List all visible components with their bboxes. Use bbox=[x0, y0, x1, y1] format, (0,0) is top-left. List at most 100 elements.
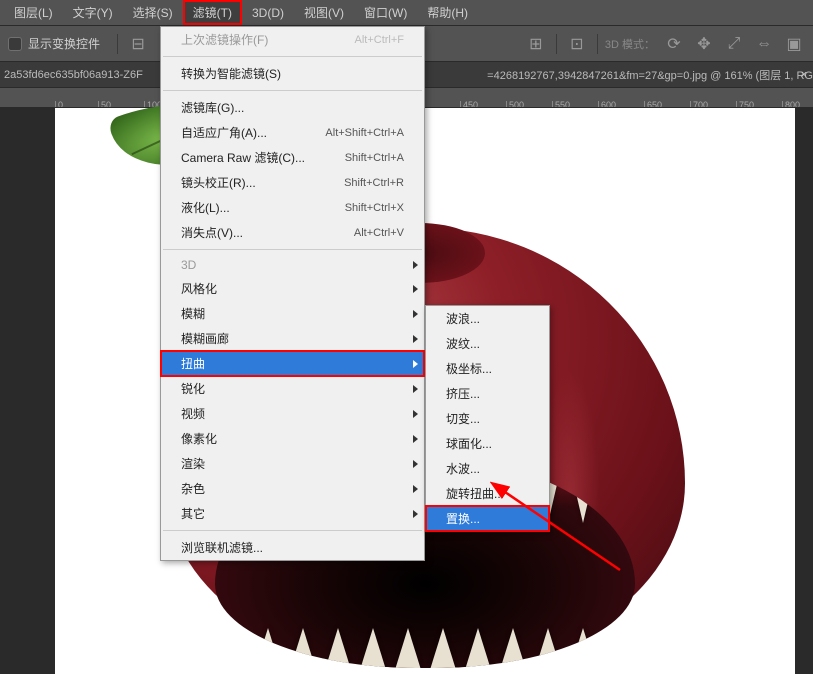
tab-title-left[interactable]: 2a53fd6ec635bf06a913-Z6F bbox=[4, 69, 143, 81]
menu-shortcut: Shift+Ctrl+X bbox=[345, 202, 404, 214]
menu-item-label: 液化(L)... bbox=[181, 199, 230, 216]
submenu-item-label: 极坐标... bbox=[446, 360, 492, 377]
mode3d-label: 3D 模式： bbox=[605, 36, 655, 52]
menu-shortcut: Alt+Shift+Ctrl+A bbox=[325, 127, 404, 139]
menu-item-label: 杂色 bbox=[181, 480, 205, 497]
submenu-item[interactable]: 旋转扭曲... bbox=[426, 481, 549, 506]
close-icon[interactable]: × bbox=[801, 69, 807, 81]
menu-item[interactable]: 浏览联机滤镜... bbox=[161, 535, 424, 560]
submenu-arrow-icon bbox=[413, 335, 418, 343]
submenu-item-label: 置换... bbox=[446, 510, 480, 527]
menu-filter[interactable]: 滤镜(T) bbox=[183, 0, 242, 25]
toolbar-right-group: ⊞ ⊡ 3D 模式： ⟳ ✥ ⤢ ⇔ ▣ bbox=[523, 31, 807, 57]
menu-item[interactable]: 液化(L)... Shift+Ctrl+X bbox=[161, 195, 424, 220]
menu-item[interactable]: 锐化 bbox=[161, 376, 424, 401]
submenu-item-label: 旋转扭曲... bbox=[446, 485, 504, 502]
menu-item[interactable]: 扭曲 bbox=[161, 351, 424, 376]
submenu-item-label: 波纹... bbox=[446, 335, 480, 352]
menu-view[interactable]: 视图(V) bbox=[294, 0, 354, 25]
menu-item[interactable]: Camera Raw 滤镜(C)... Shift+Ctrl+A bbox=[161, 145, 424, 170]
menu-item-label: 模糊 bbox=[181, 305, 205, 322]
menu-item[interactable]: 自适应广角(A)...Alt+Shift+Ctrl+A bbox=[161, 120, 424, 145]
menu-select[interactable]: 选择(S) bbox=[123, 0, 183, 25]
menu-item[interactable]: 模糊 bbox=[161, 301, 424, 326]
menu-item-label: 渲染 bbox=[181, 455, 205, 472]
teeth-bottom bbox=[215, 628, 635, 668]
ruler-tick: 0 bbox=[55, 101, 63, 107]
pan-icon[interactable]: ✥ bbox=[691, 31, 717, 57]
menu-item[interactable]: 视频 bbox=[161, 401, 424, 426]
menu-item: 3D bbox=[161, 254, 424, 276]
submenu-arrow-icon bbox=[413, 360, 418, 368]
menu-shortcut: Shift+Ctrl+A bbox=[345, 152, 404, 164]
submenu-item[interactable]: 挤压... bbox=[426, 381, 549, 406]
menu-item-label: 滤镜库(G)... bbox=[181, 99, 244, 116]
tab-title-right[interactable]: =4268192767,3942847261&fm=27&gp=0.jpg @ … bbox=[487, 67, 813, 83]
menu-separator bbox=[163, 530, 422, 531]
submenu-arrow-icon bbox=[413, 460, 418, 468]
menubar: 图层(L) 文字(Y) 选择(S) 滤镜(T) 3D(D) 视图(V) 窗口(W… bbox=[0, 0, 813, 26]
menu-item-label: 转换为智能滤镜(S) bbox=[181, 65, 281, 82]
menu-shortcut: Alt+Ctrl+F bbox=[354, 34, 404, 46]
menu-item-label: 视频 bbox=[181, 405, 205, 422]
submenu-item[interactable]: 波浪... bbox=[426, 306, 549, 331]
menu-item[interactable]: 像素化 bbox=[161, 426, 424, 451]
menu-3d[interactable]: 3D(D) bbox=[242, 2, 294, 24]
divider bbox=[556, 34, 557, 54]
menu-item-label: 风格化 bbox=[181, 280, 217, 297]
orbit-icon[interactable]: ⟳ bbox=[661, 31, 687, 57]
menu-item[interactable]: 渲染 bbox=[161, 451, 424, 476]
camera-icon[interactable]: ▣ bbox=[781, 31, 807, 57]
menu-item: 上次滤镜操作(F)Alt+Ctrl+F bbox=[161, 27, 424, 52]
submenu-item[interactable]: 置换... bbox=[426, 506, 549, 531]
slide-icon[interactable]: ⇔ bbox=[751, 31, 777, 57]
ruler-tick: 700 bbox=[690, 101, 708, 107]
menu-item[interactable]: 消失点(V)...Alt+Ctrl+V bbox=[161, 220, 424, 245]
ruler-tick: 550 bbox=[552, 101, 570, 107]
align3-icon[interactable]: ⊡ bbox=[564, 31, 590, 57]
submenu-arrow-icon bbox=[413, 385, 418, 393]
submenu-item-label: 切变... bbox=[446, 410, 480, 427]
submenu-item-label: 水波... bbox=[446, 460, 480, 477]
submenu-item[interactable]: 水波... bbox=[426, 456, 549, 481]
submenu-item-label: 挤压... bbox=[446, 385, 480, 402]
submenu-arrow-icon bbox=[413, 485, 418, 493]
submenu-item[interactable]: 极坐标... bbox=[426, 356, 549, 381]
align2-icon[interactable]: ⊞ bbox=[523, 31, 549, 57]
align-icon[interactable]: ⊟ bbox=[125, 31, 151, 57]
menu-item[interactable]: 转换为智能滤镜(S) bbox=[161, 61, 424, 86]
menu-item[interactable]: 杂色 bbox=[161, 476, 424, 501]
menu-text[interactable]: 文字(Y) bbox=[63, 0, 123, 25]
ruler-tick: 750 bbox=[736, 101, 754, 107]
ruler-tick: 600 bbox=[598, 101, 616, 107]
menu-item[interactable]: 镜头校正(R)...Shift+Ctrl+R bbox=[161, 170, 424, 195]
menu-help[interactable]: 帮助(H) bbox=[417, 0, 478, 25]
dolly-icon[interactable]: ⤢ bbox=[721, 31, 747, 57]
submenu-item[interactable]: 球面化... bbox=[426, 431, 549, 456]
menu-window[interactable]: 窗口(W) bbox=[354, 0, 417, 25]
menu-item-label: 扭曲 bbox=[181, 355, 205, 372]
submenu-arrow-icon bbox=[413, 285, 418, 293]
menu-item-label: 3D bbox=[181, 258, 196, 272]
submenu-item-label: 球面化... bbox=[446, 435, 492, 452]
submenu-arrow-icon bbox=[413, 435, 418, 443]
submenu-item[interactable]: 切变... bbox=[426, 406, 549, 431]
submenu-item[interactable]: 波纹... bbox=[426, 331, 549, 356]
menu-item-label: 浏览联机滤镜... bbox=[181, 539, 263, 556]
menu-layer[interactable]: 图层(L) bbox=[4, 0, 63, 25]
submenu-arrow-icon bbox=[413, 261, 418, 269]
menu-item[interactable]: 其它 bbox=[161, 501, 424, 526]
menu-item-label: Camera Raw 滤镜(C)... bbox=[181, 149, 305, 166]
filter-dropdown[interactable]: 上次滤镜操作(F)Alt+Ctrl+F 转换为智能滤镜(S) 滤镜库(G)... 自适… bbox=[160, 26, 425, 561]
menu-item[interactable]: 风格化 bbox=[161, 276, 424, 301]
ruler-tick: 450 bbox=[460, 101, 478, 107]
checkbox-label: 显示变换控件 bbox=[28, 35, 100, 52]
show-transform-controls[interactable]: 显示变换控件 bbox=[8, 35, 100, 52]
ruler-tick: 50 bbox=[98, 101, 111, 107]
menu-item-label: 消失点(V)... bbox=[181, 224, 243, 241]
ruler-tick: 500 bbox=[506, 101, 524, 107]
distort-submenu[interactable]: 波浪... 波纹... 极坐标... 挤压... 切变... 球面化... 水波... 旋转扭… bbox=[425, 305, 550, 532]
menu-item[interactable]: 模糊画廊 bbox=[161, 326, 424, 351]
menu-item[interactable]: 滤镜库(G)... bbox=[161, 95, 424, 120]
checkbox-icon[interactable] bbox=[8, 37, 22, 51]
